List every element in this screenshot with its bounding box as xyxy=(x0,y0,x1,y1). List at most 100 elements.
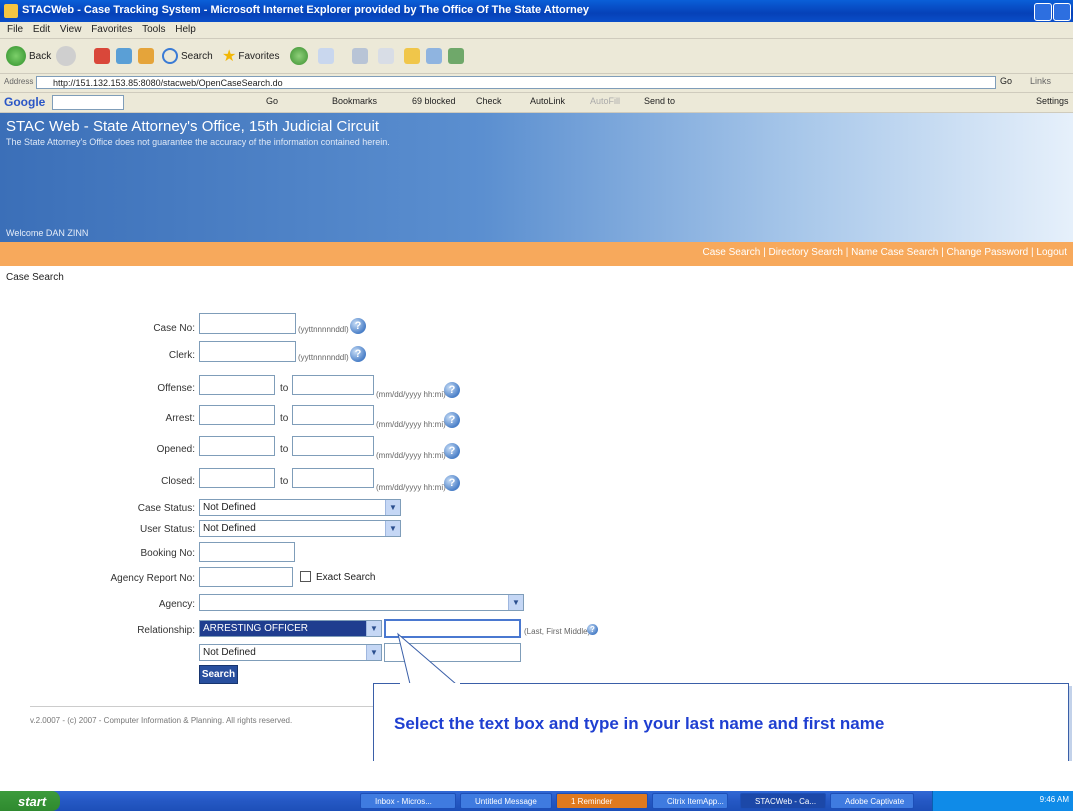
site-heading: STAC Web - State Attorney's Office, 15th… xyxy=(6,118,380,135)
arrest-to-input[interactable] xyxy=(292,405,374,425)
case-no-input[interactable] xyxy=(199,313,296,334)
nav-change-password[interactable]: Change Password xyxy=(947,247,1029,258)
callout-pointer-join xyxy=(400,683,460,686)
clerk-input[interactable] xyxy=(199,341,296,362)
google-popup-blocked[interactable]: 69 blocked xyxy=(412,96,456,106)
nav-name-case-search[interactable]: Name Case Search xyxy=(851,247,938,258)
google-sendto[interactable]: Send to xyxy=(644,96,675,106)
mail-button[interactable] xyxy=(318,46,334,66)
offense-help-icon[interactable]: ? xyxy=(444,382,460,398)
nav-directory-search[interactable]: Directory Search xyxy=(768,247,842,258)
home-button[interactable] xyxy=(138,46,154,66)
closed-help-icon[interactable]: ? xyxy=(444,475,460,491)
links-label[interactable]: Links xyxy=(1030,76,1051,86)
google-bookmarks[interactable]: Bookmarks xyxy=(332,96,377,106)
booking-no-input[interactable] xyxy=(199,542,295,562)
mail-icon xyxy=(318,48,334,64)
offense-from-input[interactable] xyxy=(199,375,275,395)
closed-from-input[interactable] xyxy=(199,468,275,488)
relationship2-value: Not Defined xyxy=(203,647,256,658)
edit-button[interactable] xyxy=(378,46,394,66)
user-status-value: Not Defined xyxy=(203,523,256,534)
favorites-label: Favorites xyxy=(238,50,280,62)
menu-tools[interactable]: Tools xyxy=(142,24,165,35)
google-check[interactable]: Check xyxy=(476,96,502,106)
task-reminder[interactable]: 1 Reminder xyxy=(556,793,648,809)
search-button[interactable]: Search xyxy=(199,665,238,684)
case-status-value: Not Defined xyxy=(203,502,256,513)
callout-pointer xyxy=(397,632,458,685)
footer-copyright: v.2.0007 - (c) 2007 - Computer Informati… xyxy=(30,716,293,725)
messenger-button[interactable] xyxy=(448,46,464,66)
google-logo: Google xyxy=(4,95,46,109)
favorites-button[interactable]: ★ Favorites xyxy=(222,46,279,66)
menu-edit[interactable]: Edit xyxy=(33,24,50,35)
stop-button[interactable] xyxy=(94,46,110,66)
research-button[interactable] xyxy=(426,46,442,66)
forward-button[interactable] xyxy=(56,46,76,66)
task-adobe-captivate[interactable]: Adobe Captivate xyxy=(830,793,914,809)
search-toolbar-button[interactable]: Search xyxy=(162,46,213,66)
google-autofill[interactable]: AutoFill xyxy=(590,96,620,106)
google-settings[interactable]: Settings xyxy=(1036,96,1069,106)
menu-bar: File Edit View Favorites Tools Help xyxy=(0,22,1073,39)
agency-select[interactable]: ▼ xyxy=(199,594,524,611)
maximize-button[interactable] xyxy=(1053,3,1071,21)
nav-separator: | xyxy=(842,247,852,258)
footer-divider xyxy=(30,706,406,707)
opened-from-input[interactable] xyxy=(199,436,275,456)
opened-help-icon[interactable]: ? xyxy=(444,443,460,459)
opened-to-input[interactable] xyxy=(292,436,374,456)
start-button[interactable]: start xyxy=(0,791,60,811)
go-button[interactable]: Go xyxy=(1000,76,1012,86)
closed-to-input[interactable] xyxy=(292,468,374,488)
booking-no-label: Booking No: xyxy=(140,548,195,559)
case-no-label: Case No: xyxy=(153,323,195,334)
relationship-select[interactable]: ARRESTING OFFICER ▼ xyxy=(199,620,382,637)
arrest-help-icon[interactable]: ? xyxy=(444,412,460,428)
google-autolink[interactable]: AutoLink xyxy=(530,96,565,106)
google-toolbar: Google Go Bookmarks 69 blocked Check Aut… xyxy=(0,93,1073,113)
window-title: STACWeb - Case Tracking System - Microso… xyxy=(22,4,590,16)
relationship2-select[interactable]: Not Defined ▼ xyxy=(199,644,382,661)
arrest-from-input[interactable] xyxy=(199,405,275,425)
exact-search-checkbox[interactable] xyxy=(300,571,311,582)
callout-text: Select the text box and type in your las… xyxy=(394,714,885,733)
chevron-down-icon: ▼ xyxy=(366,645,381,660)
agency-label: Agency: xyxy=(158,599,195,610)
case-status-select[interactable]: Not Defined ▼ xyxy=(199,499,401,516)
user-status-select[interactable]: Not Defined ▼ xyxy=(199,520,401,537)
menu-help[interactable]: Help xyxy=(175,24,196,35)
nav-separator: | xyxy=(938,247,947,258)
start-label: start xyxy=(18,793,47,809)
case-no-hint: (yyttnnnnnddl) xyxy=(298,325,349,334)
task-stacweb[interactable]: STACWeb - Ca... xyxy=(740,793,826,809)
opened-to-label: to xyxy=(280,444,289,455)
task-inbox[interactable]: Inbox - Micros... xyxy=(360,793,456,809)
offense-to-input[interactable] xyxy=(292,375,374,395)
refresh-button[interactable] xyxy=(116,46,132,66)
minimize-button[interactable] xyxy=(1034,3,1052,21)
agency-report-input[interactable] xyxy=(199,567,293,587)
menu-favorites[interactable]: Favorites xyxy=(91,24,132,35)
name-help-icon[interactable]: ? xyxy=(587,624,598,635)
clerk-hint: (yyttnnnnnddl) xyxy=(298,353,349,362)
menu-file[interactable]: File xyxy=(7,24,23,35)
history-button[interactable] xyxy=(290,46,308,66)
arrest-date-hint: (mm/dd/yyyy hh:mi) xyxy=(376,420,446,429)
task-citrix[interactable]: Citrix ItemApp... xyxy=(652,793,728,809)
task-untitled-message[interactable]: Untitled Message xyxy=(460,793,552,809)
google-go[interactable]: Go xyxy=(266,96,278,106)
back-button[interactable]: Back xyxy=(6,46,51,66)
clerk-help-icon[interactable]: ? xyxy=(350,346,366,362)
case-no-help-icon[interactable]: ? xyxy=(350,318,366,334)
google-search-input[interactable] xyxy=(52,95,124,110)
nav-case-search[interactable]: Case Search xyxy=(703,247,761,258)
home-icon xyxy=(138,48,154,64)
print-button[interactable] xyxy=(352,46,368,66)
menu-view[interactable]: View xyxy=(60,24,82,35)
clerk-label: Clerk: xyxy=(168,350,195,361)
nav-logout[interactable]: Logout xyxy=(1036,247,1067,258)
address-input[interactable]: http://151.132.153.85:8080/stacweb/OpenC… xyxy=(36,76,996,89)
folder-button[interactable] xyxy=(404,46,420,66)
